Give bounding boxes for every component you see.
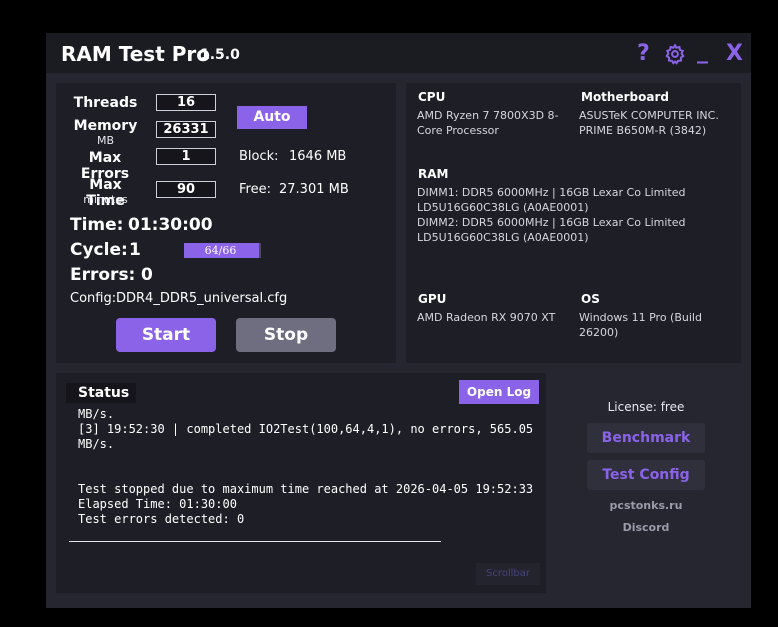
os-line-1: Windows 11 Pro (Build (579, 311, 702, 324)
motherboard-header: Motherboard (581, 90, 669, 104)
free-value: 27.301 MB (279, 182, 349, 197)
os-header: OS (581, 292, 600, 306)
control-panel: Threads 16 Memory MB 26331 Max Errors 1 … (56, 83, 396, 363)
auto-button[interactable]: Auto (237, 106, 307, 129)
max-errors-input[interactable]: 1 (156, 148, 216, 165)
max-time-input[interactable]: 90 (156, 181, 216, 198)
cycle-progress-text: 64/66 (204, 244, 237, 257)
close-icon[interactable]: X (726, 41, 743, 66)
log-line: MB/s. (78, 437, 115, 451)
motherboard-line-1: ASUSTeK COMPUTER INC. (579, 109, 719, 122)
app-title: RAM Test Pro (61, 42, 210, 66)
errors-value: 0 (141, 265, 153, 285)
start-button[interactable]: Start (116, 318, 216, 352)
memory-unit-label: MB (96, 134, 115, 147)
log-line: MB/s. (78, 407, 115, 421)
status-log: MB/s. [3] 19:52:30 | completed IO2Test(10… (78, 407, 533, 527)
cpu-line-1: AMD Ryzen 7 7800X3D 8- (417, 109, 559, 122)
motherboard-line-2: PRIME B650M-R (3842) (579, 124, 707, 137)
cycle-progress-bar: 64/66 (184, 243, 261, 258)
threads-input[interactable]: 16 (156, 94, 216, 111)
system-info-panel: CPU AMD Ryzen 7 7800X3D 8- Core Processo… (406, 83, 741, 363)
log-line: Test stopped due to maximum time reached… (78, 482, 534, 496)
threads-label: Threads (73, 95, 138, 111)
log-divider (69, 541, 441, 542)
cycle-value: 1 (129, 240, 141, 260)
free-label: Free: (239, 182, 271, 197)
log-scrollbar[interactable]: Scrollbar (476, 563, 540, 585)
gear-icon[interactable] (664, 43, 686, 71)
app-version: 1.5.0 (200, 47, 240, 63)
test-config-button[interactable]: Test Config (587, 460, 705, 490)
memory-label: Memory (73, 118, 138, 134)
block-label: Block: (239, 149, 279, 164)
pcstonks-link[interactable]: pcstonks.ru (566, 499, 726, 512)
ram-header: RAM (418, 167, 449, 181)
log-line: [3] 19:52:30 | completed IO2Test(100,64,… (78, 422, 534, 436)
open-log-button[interactable]: Open Log (459, 380, 539, 404)
status-title: Status (66, 383, 136, 403)
license-text: License: free (607, 400, 685, 414)
title-bar: RAM Test Pro 1.5.0 ? _ X (46, 33, 751, 73)
ram-line-2: LD5U16G60C38LG (A0AE0001) (417, 201, 589, 214)
config-label: Config: (70, 291, 117, 306)
block-value: 1646 MB (289, 149, 347, 164)
benchmark-button[interactable]: Benchmark (587, 423, 705, 453)
log-line: Test errors detected: 0 (78, 512, 245, 526)
app-window: RAM Test Pro 1.5.0 ? _ X Threads 16 Memo… (46, 33, 751, 608)
config-file-value: DDR4_DDR5_universal.cfg (116, 291, 288, 306)
time-value: 01:30:00 (128, 215, 213, 235)
stop-button[interactable]: Stop (236, 318, 336, 352)
gpu-header: GPU (418, 292, 447, 306)
time-label: Time: (70, 215, 124, 235)
status-panel: Status Open Log MB/s. [3] 19:52:30 | comp… (56, 373, 546, 593)
cpu-line-2: Core Processor (417, 124, 499, 137)
minimize-icon[interactable]: _ (697, 39, 708, 64)
help-icon[interactable]: ? (637, 41, 650, 66)
cycle-label: Cycle: (70, 240, 128, 260)
discord-link[interactable]: Discord (566, 521, 726, 534)
log-line: Elapsed Time: 01:30:00 (78, 497, 237, 511)
max-time-unit-label: minutes (83, 193, 128, 206)
memory-input[interactable]: 26331 (156, 121, 216, 138)
gpu-line-1: AMD Radeon RX 9070 XT (417, 311, 556, 324)
ram-line-4: LD5U16G60C38LG (A0AE0001) (417, 231, 589, 244)
cpu-header: CPU (418, 90, 446, 104)
errors-label: Errors: (70, 265, 136, 285)
ram-line-1: DIMM1: DDR5 6000MHz | 16GB Lexar Co Limi… (417, 186, 686, 199)
os-line-2: 26200) (579, 326, 619, 339)
ram-line-3: DIMM2: DDR5 6000MHz | 16GB Lexar Co Limi… (417, 216, 686, 229)
